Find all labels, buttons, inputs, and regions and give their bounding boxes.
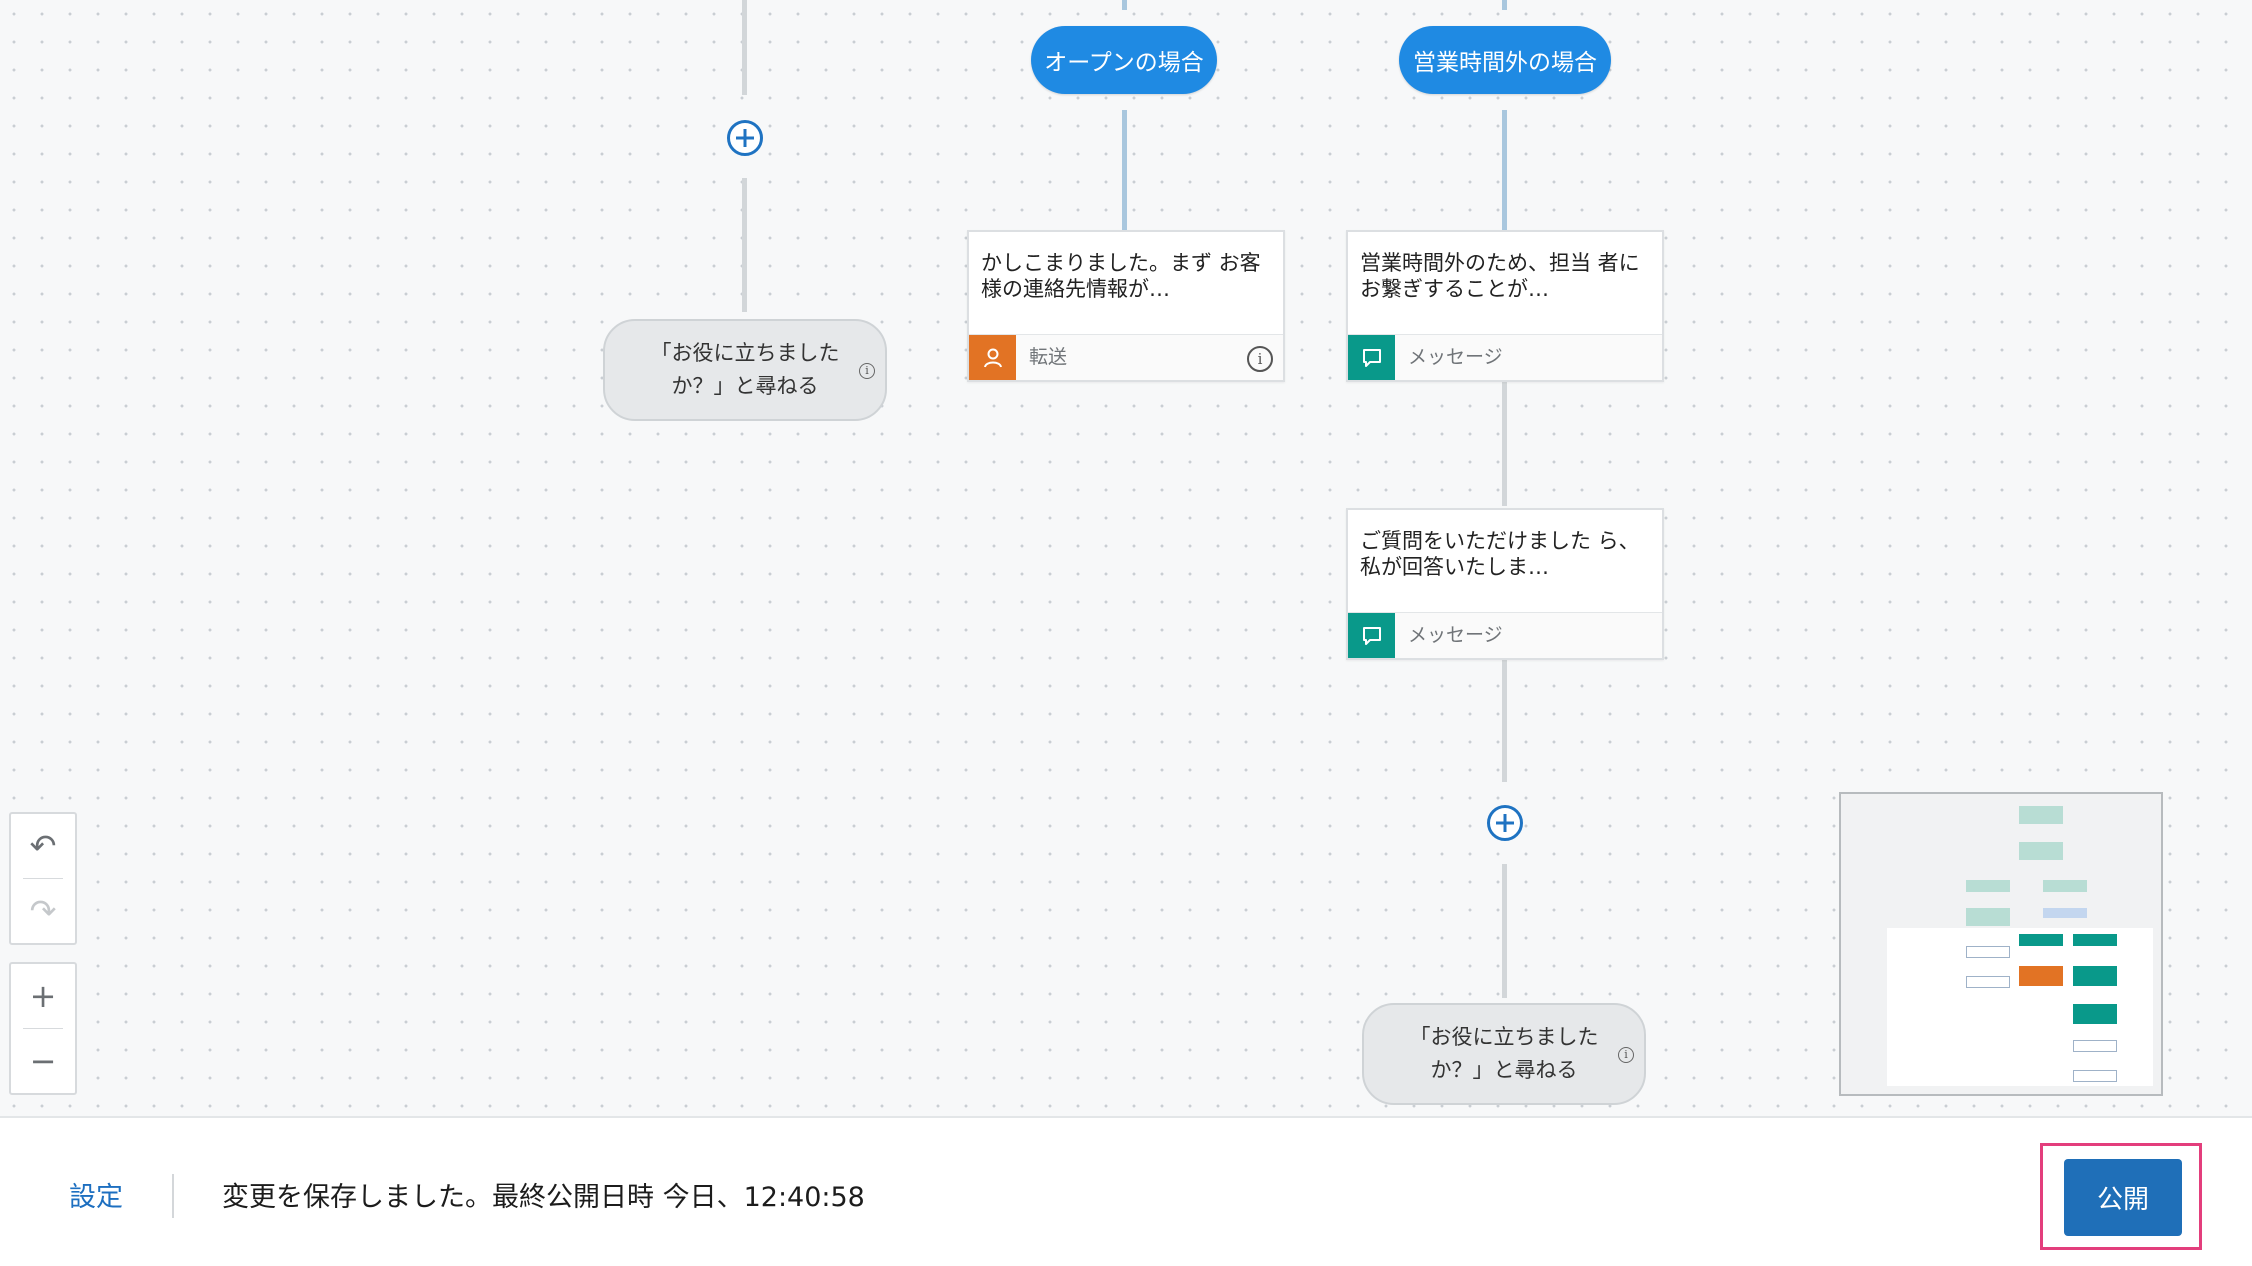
card-text: 営業時間外のため、担当 者にお繋ぎすることが… xyxy=(1360,251,1640,301)
minimap-node xyxy=(2073,1004,2117,1024)
ask-helpful-node[interactable]: 「お役に立ちました か？」と尋ねる i xyxy=(603,319,887,421)
publish-highlight: 公開 xyxy=(2040,1143,2202,1250)
branch-open-label: オープンの場合 xyxy=(1044,50,1204,76)
add-step-button[interactable] xyxy=(1487,805,1523,841)
connector-line xyxy=(1502,660,1507,782)
branch-after-hours-pill[interactable]: 営業時間外の場合 xyxy=(1399,26,1611,94)
connector-line xyxy=(1502,0,1507,10)
card-type-label: 転送 xyxy=(1029,346,1068,368)
minimap-node xyxy=(1966,908,2010,926)
minimap-node xyxy=(2073,1040,2117,1052)
info-icon[interactable]: i xyxy=(1247,346,1273,372)
card-type-label: メッセージ xyxy=(1408,624,1503,646)
card-footer: メッセージ xyxy=(1348,612,1662,658)
minimap[interactable] xyxy=(1839,792,2163,1096)
branch-after-hours-label: 営業時間外の場合 xyxy=(1413,50,1597,76)
save-status-text: 変更を保存しました。最終公開日時 今日、12:40:58 xyxy=(222,1182,865,1213)
minimap-node xyxy=(2019,842,2063,860)
branch-open-pill[interactable]: オープンの場合 xyxy=(1031,26,1217,94)
connector-line xyxy=(1122,0,1127,10)
info-icon[interactable]: i xyxy=(1618,1047,1634,1063)
minimap-node xyxy=(2073,966,2117,986)
add-step-button[interactable] xyxy=(727,120,763,156)
card-text: ご質問をいただけました ら、私が回答いたしま… xyxy=(1360,529,1640,579)
undo-button[interactable]: ↶ xyxy=(11,814,75,878)
card-text: かしこまりました。まず お客様の連絡先情報が… xyxy=(981,251,1261,301)
minimap-node xyxy=(1966,976,2010,988)
card-type-label: メッセージ xyxy=(1408,346,1503,368)
connector-line xyxy=(1502,110,1507,230)
minimap-node xyxy=(2073,1070,2117,1082)
divider xyxy=(172,1174,174,1218)
minimap-node xyxy=(2073,934,2117,946)
chat-bubble-icon xyxy=(1348,335,1395,380)
history-toolbar: ↶ ↷ xyxy=(9,812,77,945)
person-icon xyxy=(969,335,1016,380)
minimap-node xyxy=(2019,934,2063,946)
zoom-in-button[interactable]: + xyxy=(11,964,75,1028)
card-footer: 転送 i xyxy=(969,334,1283,380)
minimap-node xyxy=(2019,966,2063,986)
settings-link[interactable]: 設定 xyxy=(69,1175,123,1214)
minimap-node xyxy=(1966,880,2010,892)
redo-button[interactable]: ↷ xyxy=(11,879,75,943)
connector-line xyxy=(1502,382,1507,506)
chat-bubble-icon xyxy=(1348,613,1395,658)
card-footer: メッセージ xyxy=(1348,334,1662,380)
minimap-node xyxy=(2043,908,2087,918)
message-card[interactable]: 営業時間外のため、担当 者にお繋ぎすることが… メッセージ xyxy=(1346,230,1664,382)
minimap-node xyxy=(1966,946,2010,958)
connector-line xyxy=(742,178,747,312)
minimap-node xyxy=(2043,880,2087,892)
publish-button[interactable]: 公開 xyxy=(2064,1159,2182,1236)
ask-helpful-node[interactable]: 「お役に立ちました か？」と尋ねる i xyxy=(1362,1003,1646,1105)
zoom-toolbar: + − xyxy=(9,962,77,1095)
transfer-card[interactable]: かしこまりました。まず お客様の連絡先情報が… 転送 i xyxy=(967,230,1285,382)
flow-canvas[interactable]: オープンの場合 営業時間外の場合 「お役に立ちました か？」と尋ねる i かしこ… xyxy=(0,0,2252,1118)
info-icon[interactable]: i xyxy=(859,363,875,379)
ask-helpful-text: 「お役に立ちました か？」と尋ねる xyxy=(1409,1025,1599,1082)
connector-line xyxy=(1502,864,1507,998)
connector-line xyxy=(1122,110,1127,230)
message-card[interactable]: ご質問をいただけました ら、私が回答いたしま… メッセージ xyxy=(1346,508,1664,660)
connector-line xyxy=(742,0,747,95)
zoom-out-button[interactable]: − xyxy=(11,1029,75,1093)
ask-helpful-text: 「お役に立ちました か？」と尋ねる xyxy=(650,341,840,398)
minimap-node xyxy=(2019,806,2063,824)
